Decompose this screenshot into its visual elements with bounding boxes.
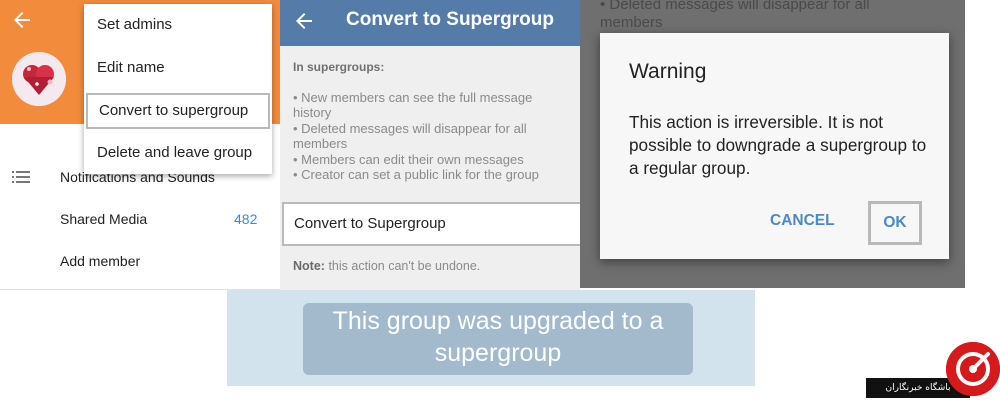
upgrade-banner: This group was upgraded to a supergroup (227, 290, 755, 386)
group-avatar[interactable] (12, 52, 66, 106)
warning-dialog: Warning This action is irreversible. It … (600, 33, 949, 259)
note-label: Note: (293, 259, 325, 273)
shared-media-row[interactable]: Shared Media (60, 209, 147, 229)
menu-item-delete-and-leave[interactable]: Delete and leave group (84, 132, 272, 174)
info-list: • New members can see the full message h… (293, 90, 565, 182)
ok-button[interactable]: OK (868, 201, 922, 245)
info-line: • Creator can set a public link for the … (293, 167, 539, 183)
back-arrow-icon[interactable] (292, 9, 316, 38)
menu-item-edit-name[interactable]: Edit name (84, 47, 272, 89)
add-member-row[interactable]: Add member (60, 251, 140, 271)
dialog-message: This action is irreversible. It is not p… (629, 112, 927, 178)
dialog-title: Warning (629, 60, 707, 83)
page-title: Convert to Supergroup (346, 9, 554, 30)
logo: باشگاه خبرنگاران (864, 340, 1000, 400)
convert-screen: Convert to Supergroup In supergroups: • … (280, 0, 580, 292)
service-message: This group was upgraded to a supergroup (332, 307, 664, 367)
convert-to-supergroup-button[interactable]: Convert to Supergroup (282, 202, 580, 246)
note-text: Note: this action can't be undone. (293, 259, 480, 273)
info-line: • Members can edit their own messages (293, 151, 524, 167)
overflow-menu: Set admins Edit name Convert to supergro… (84, 4, 272, 174)
cancel-button[interactable]: CANCEL (770, 209, 850, 233)
info-line: • Deleted messages will disappear for al… (293, 120, 527, 152)
shared-media-count: 482 (234, 211, 258, 227)
back-arrow-icon[interactable] (10, 8, 34, 32)
warning-screen: • Deleted messages will disappear for al… (580, 0, 965, 288)
menu-item-set-admins[interactable]: Set admins (84, 4, 272, 46)
note-body: this action can't be undone. (328, 259, 481, 273)
menu-item-convert-to-supergroup[interactable]: Convert to supergroup (86, 93, 270, 129)
logo-icon (946, 342, 1000, 396)
info-line: • New members can see the full message h… (293, 90, 533, 121)
group-info-panel: Notifications and Sounds Shared Media 48… (0, 0, 280, 292)
info-heading: In supergroups: (293, 60, 385, 74)
list-icon (12, 170, 30, 184)
background-text: • Deleted messages will disappear for al… (600, 0, 870, 31)
